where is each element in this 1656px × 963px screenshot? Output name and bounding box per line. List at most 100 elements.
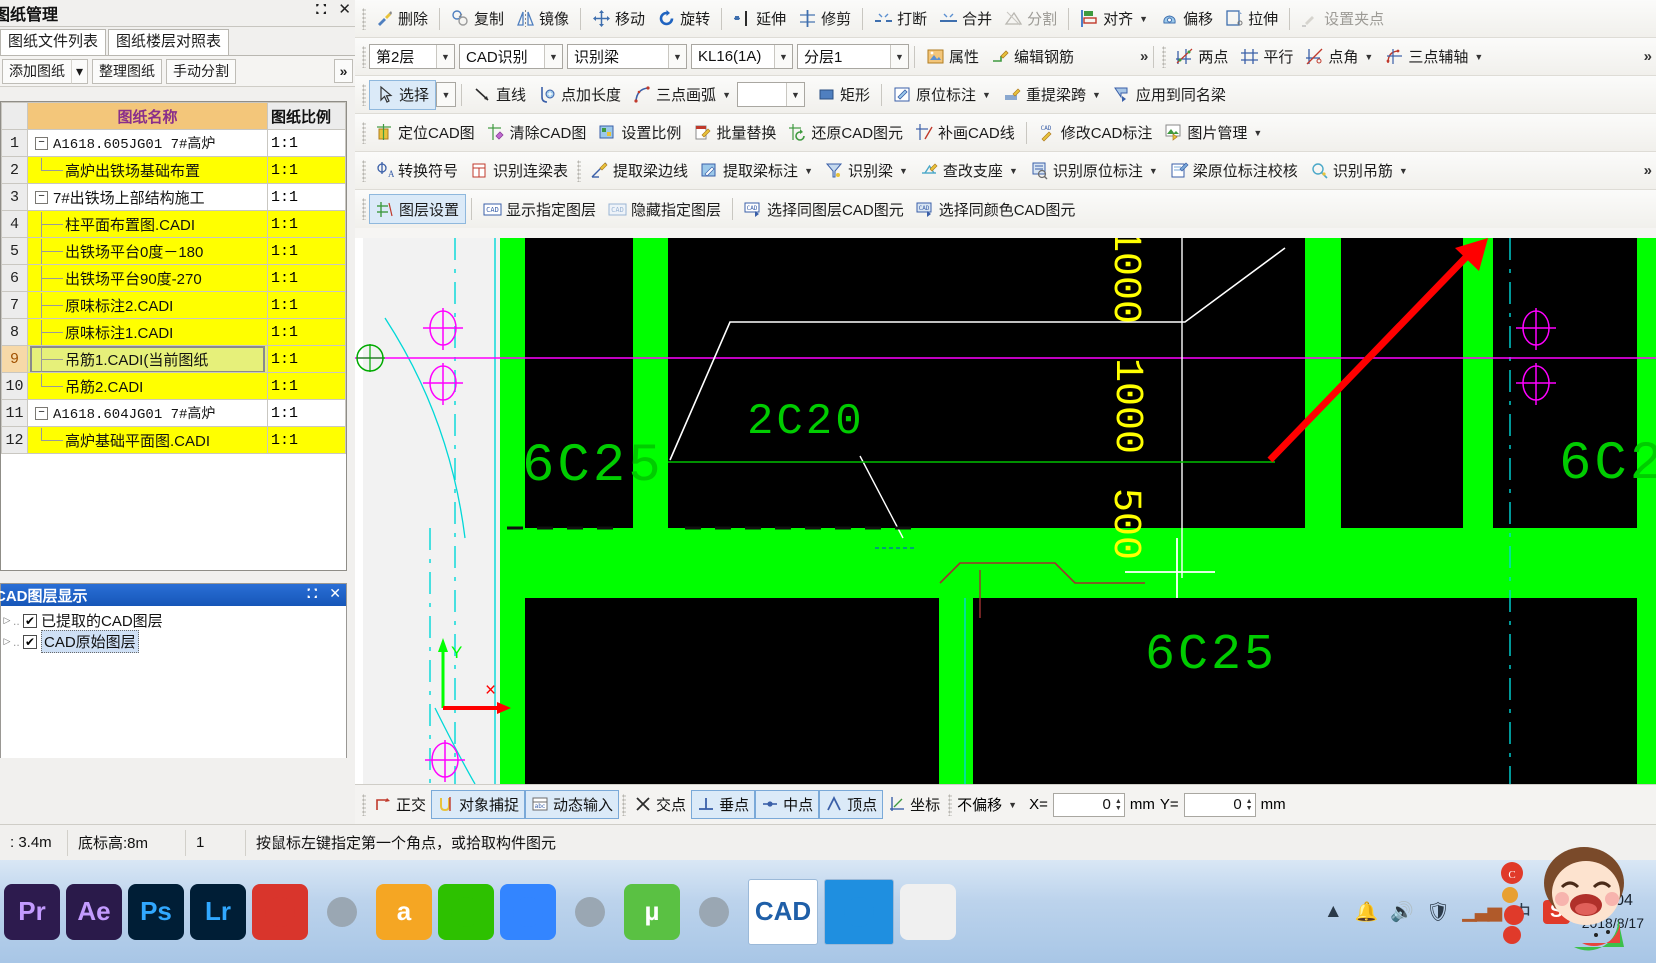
chevron-down-icon[interactable]: ▼ bbox=[1149, 166, 1158, 176]
amazon-icon[interactable]: a bbox=[376, 883, 432, 940]
network-signal-icon[interactable]: ▁▃▅ bbox=[1462, 900, 1502, 923]
manual-split-button[interactable]: 手动分割 bbox=[166, 58, 237, 84]
photoshop-icon[interactable]: Ps bbox=[128, 883, 184, 940]
break-button[interactable]: 打断 bbox=[868, 4, 933, 34]
layer-checkbox[interactable]: ✔ bbox=[23, 613, 37, 628]
add-drawing-dropdown-arrow[interactable]: ▾ bbox=[71, 58, 89, 84]
chevron-down-icon[interactable]: ▼ bbox=[436, 45, 454, 68]
point-length-button[interactable]: 点加长度 bbox=[532, 80, 627, 110]
chevron-down-icon[interactable]: ▼ bbox=[1364, 52, 1373, 62]
toolbar-grip[interactable] bbox=[362, 7, 366, 30]
apply-same-beam-button[interactable]: 应用到同名梁 bbox=[1107, 80, 1232, 110]
drawing-name-cell[interactable]: −7#出铁场上部结构施工 bbox=[27, 183, 268, 211]
convert-symbol-button[interactable]: A 转换符号 bbox=[369, 156, 464, 186]
recognize-hanger-button[interactable]: 识别吊筋 ▼ bbox=[1304, 156, 1414, 186]
chevron-down-icon[interactable]: ▼ bbox=[437, 83, 456, 106]
chevron-down-icon[interactable]: ▼ bbox=[804, 166, 813, 176]
table-row[interactable]: 4 柱平面布置图.CADI 1:1 bbox=[1, 210, 346, 238]
perpendicular-toggle[interactable]: 垂点 bbox=[691, 790, 756, 819]
expand-collapse-icon[interactable]: − bbox=[35, 190, 48, 204]
show-hidden-icons[interactable]: ▲ bbox=[1324, 901, 1343, 923]
drawing-name-cell[interactable]: 吊筋1.CADI(当前图纸 bbox=[27, 345, 268, 373]
add-drawing-button[interactable]: 添加图纸 bbox=[2, 58, 71, 84]
align-button[interactable]: 对齐 ▼ bbox=[1074, 4, 1154, 34]
draw-cad-line-button[interactable]: 补画CAD线 bbox=[909, 118, 1021, 148]
expand-triangle-icon[interactable]: ▷ bbox=[1, 636, 13, 647]
ribbon-overflow-button[interactable]: » bbox=[1644, 48, 1652, 65]
glodon-gtj-icon[interactable] bbox=[824, 878, 894, 945]
offset-mode-label[interactable]: 不偏移 bbox=[957, 794, 1002, 815]
chevron-down-icon[interactable]: ▼ bbox=[1474, 52, 1483, 62]
recognize-beam-button[interactable]: 识别梁 ▼ bbox=[819, 156, 914, 186]
security-shield-icon[interactable]: 🛡 bbox=[1426, 900, 1450, 924]
select-button[interactable]: 选择 bbox=[369, 79, 437, 110]
chevron-down-icon[interactable]: ▼ bbox=[544, 45, 562, 68]
verify-inplace-button[interactable]: 梁原位标注校核 bbox=[1164, 156, 1304, 186]
extract-beam-note-button[interactable]: 提取梁标注 ▼ bbox=[694, 156, 819, 186]
y-coordinate-input[interactable]: 0 ▲ ▼ bbox=[1183, 792, 1256, 817]
qq-icon[interactable] bbox=[314, 884, 370, 940]
drawing-name-cell[interactable]: 原味标注2.CADI bbox=[27, 291, 268, 319]
object-snap-toggle[interactable]: 对象捕捉 bbox=[431, 790, 526, 819]
list-item[interactable]: ▷.. ✔ CAD原始图层 bbox=[1, 630, 346, 653]
intersection-toggle[interactable]: 交点 bbox=[629, 791, 691, 818]
table-row[interactable]: 12 高炉基础平面图.CADI 1:1 bbox=[1, 426, 346, 454]
extend-button[interactable]: 延伸 bbox=[727, 4, 792, 34]
drawing-file-grid[interactable]: 图纸名称 图纸比例 1− A1618.605JG01 7#高炉 1:1 2 高炉出铁场基… bbox=[0, 101, 347, 571]
aftereffects-icon[interactable]: Ae bbox=[66, 883, 122, 940]
layer-checkbox[interactable]: ✔ bbox=[23, 634, 37, 649]
table-row[interactable]: 5 出铁场平台0度－180 1:1 bbox=[1, 237, 346, 265]
show-layer-button[interactable]: CAD 显示指定图层 bbox=[477, 194, 602, 224]
draw-empty-combo[interactable]: ▼ bbox=[736, 82, 805, 107]
premiere-icon[interactable]: Pr bbox=[4, 883, 60, 940]
clear-cad-button[interactable]: 清除CAD图 bbox=[481, 118, 593, 148]
toolbar-grip[interactable] bbox=[362, 121, 366, 144]
list-item[interactable]: ▷.. ✔ 已提取的CAD图层 bbox=[1, 610, 346, 631]
table-row[interactable]: 7 原味标注2.CADI 1:1 bbox=[1, 291, 346, 319]
member-select[interactable]: KL16(1A) ▼ bbox=[691, 44, 793, 69]
inplace-annotation-button[interactable]: 原位标注 ▼ bbox=[887, 80, 997, 110]
line-button[interactable]: 直线 bbox=[467, 80, 532, 110]
parallel-button[interactable]: 平行 bbox=[1234, 42, 1299, 72]
set-scale-button[interactable]: 设置比例 bbox=[592, 118, 687, 148]
move-button[interactable]: 移动 bbox=[586, 4, 651, 34]
chevron-down-icon[interactable]: ▼ bbox=[890, 45, 908, 68]
recognize-coupling-beam-button[interactable]: 识别连梁表 bbox=[464, 156, 574, 186]
select-same-layer-button[interactable]: CAD 选择同图层CAD图元 bbox=[738, 194, 910, 224]
merge-button[interactable]: 合并 bbox=[933, 4, 998, 34]
recognize-inplace-button[interactable]: 识别原位标注 ▼ bbox=[1024, 156, 1164, 186]
toolbar-grip[interactable] bbox=[362, 83, 366, 106]
restore-cad-button[interactable]: 还原CAD图元 bbox=[782, 118, 909, 148]
utorrent-icon[interactable]: µ bbox=[624, 883, 680, 940]
table-row[interactable]: 6 出铁场平台90度-270 1:1 bbox=[1, 264, 346, 292]
table-row[interactable]: 9 吊筋1.CADI(当前图纸 1:1 bbox=[1, 345, 346, 373]
chevron-down-icon[interactable]: ▼ bbox=[1139, 14, 1148, 24]
baidu-cloud-icon[interactable] bbox=[500, 883, 556, 940]
pin-icon[interactable]: ⛚ bbox=[316, 2, 327, 17]
drawing-name-cell[interactable]: − A1618.605JG01 7#高炉 bbox=[27, 129, 268, 157]
chevron-down-icon[interactable]: ▼ bbox=[1253, 128, 1262, 138]
drawing-name-cell[interactable]: 原味标注1.CADI bbox=[27, 318, 268, 346]
check-support-button[interactable]: 查改支座 ▼ bbox=[914, 156, 1024, 186]
floor-select[interactable]: 第2层 ▼ bbox=[369, 44, 455, 69]
drawing-name-cell[interactable]: 吊筋2.CADI bbox=[27, 372, 268, 400]
snapbar-grip[interactable] bbox=[948, 793, 953, 816]
hide-layer-button[interactable]: CAD 隐藏指定图层 bbox=[602, 194, 727, 224]
lightroom-icon[interactable]: Lr bbox=[190, 883, 246, 940]
organize-drawing-button[interactable]: 整理图纸 bbox=[92, 58, 163, 84]
drawing-name-cell[interactable]: 柱平面布置图.CADI bbox=[27, 210, 268, 238]
drawing-name-cell[interactable]: 出铁场平台0度－180 bbox=[27, 237, 268, 265]
tab-floor-mapping[interactable]: 图纸楼层对照表 bbox=[108, 29, 230, 55]
chrome-icon[interactable] bbox=[686, 884, 742, 940]
edit-rebar-button[interactable]: 编辑钢筋 bbox=[985, 42, 1080, 72]
sogou-pet-icon[interactable] bbox=[900, 883, 956, 940]
table-row[interactable]: 2 高炉出铁场基础布置 1:1 bbox=[1, 156, 346, 184]
volume-icon[interactable]: 🔊 bbox=[1390, 900, 1414, 924]
trim-button[interactable]: 修剪 bbox=[792, 4, 857, 34]
midpoint-toggle[interactable]: 中点 bbox=[755, 790, 820, 819]
toolbar-grip[interactable] bbox=[577, 159, 582, 182]
table-row[interactable]: 11− A1618.604JG01 7#高炉 1:1 bbox=[1, 399, 346, 427]
batch-replace-button[interactable]: 批量替换 bbox=[687, 118, 782, 148]
chevron-down-icon[interactable]: ▼ bbox=[774, 45, 792, 68]
split-button[interactable]: 分割 bbox=[998, 4, 1063, 34]
